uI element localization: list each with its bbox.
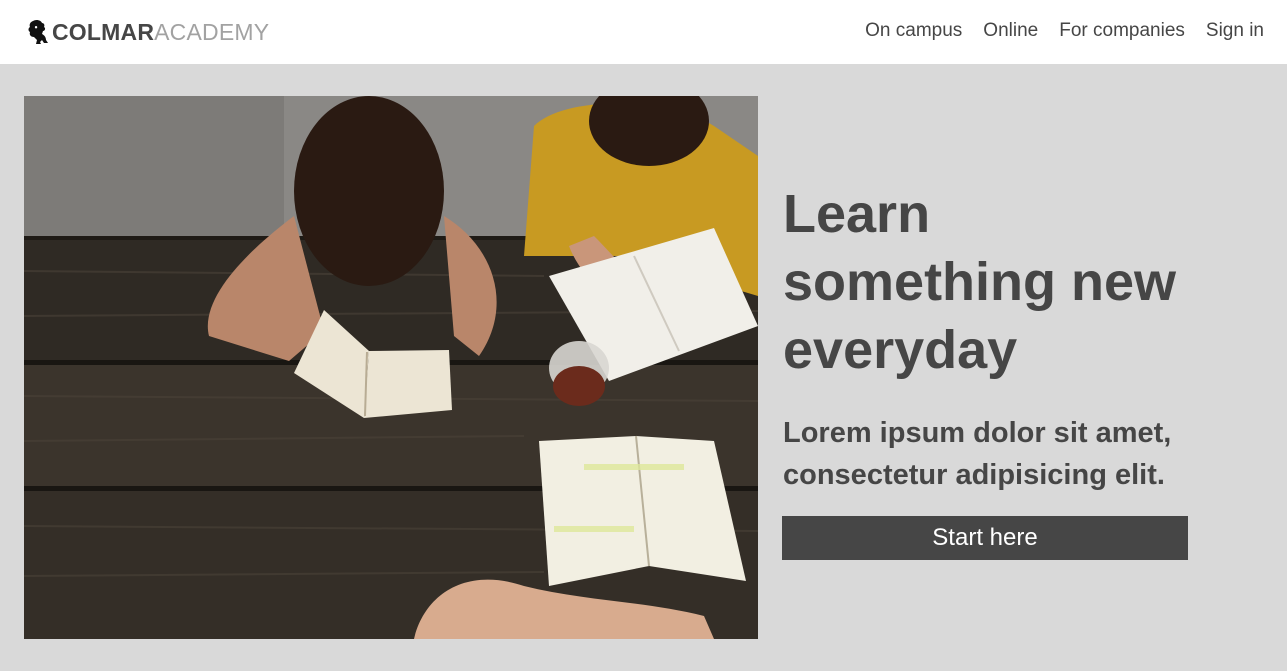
start-here-button[interactable]: Start here xyxy=(782,516,1188,560)
hero-title: Learn something new everyday xyxy=(783,184,1177,380)
main-nav: On campus Online For companies Sign in xyxy=(865,19,1264,43)
hero-image xyxy=(24,96,758,639)
hero-copy: Learn something new everyday Lorem ipsum… xyxy=(783,180,1213,496)
site-header: COLMAR ACADEMY On campus Online For compa… xyxy=(0,0,1287,64)
brand-logo[interactable]: COLMAR ACADEMY xyxy=(27,18,269,46)
lion-icon xyxy=(27,19,49,45)
nav-online[interactable]: Online xyxy=(983,19,1038,43)
hero-subtitle: Lorem ipsum dolor sit amet, consectetur … xyxy=(783,417,1172,491)
brand-name-secondary: ACADEMY xyxy=(154,18,270,45)
brand-name-primary: COLMAR xyxy=(52,18,155,45)
nav-on-campus[interactable]: On campus xyxy=(865,19,962,43)
nav-for-companies[interactable]: For companies xyxy=(1059,19,1185,43)
nav-sign-in[interactable]: Sign in xyxy=(1206,19,1264,43)
